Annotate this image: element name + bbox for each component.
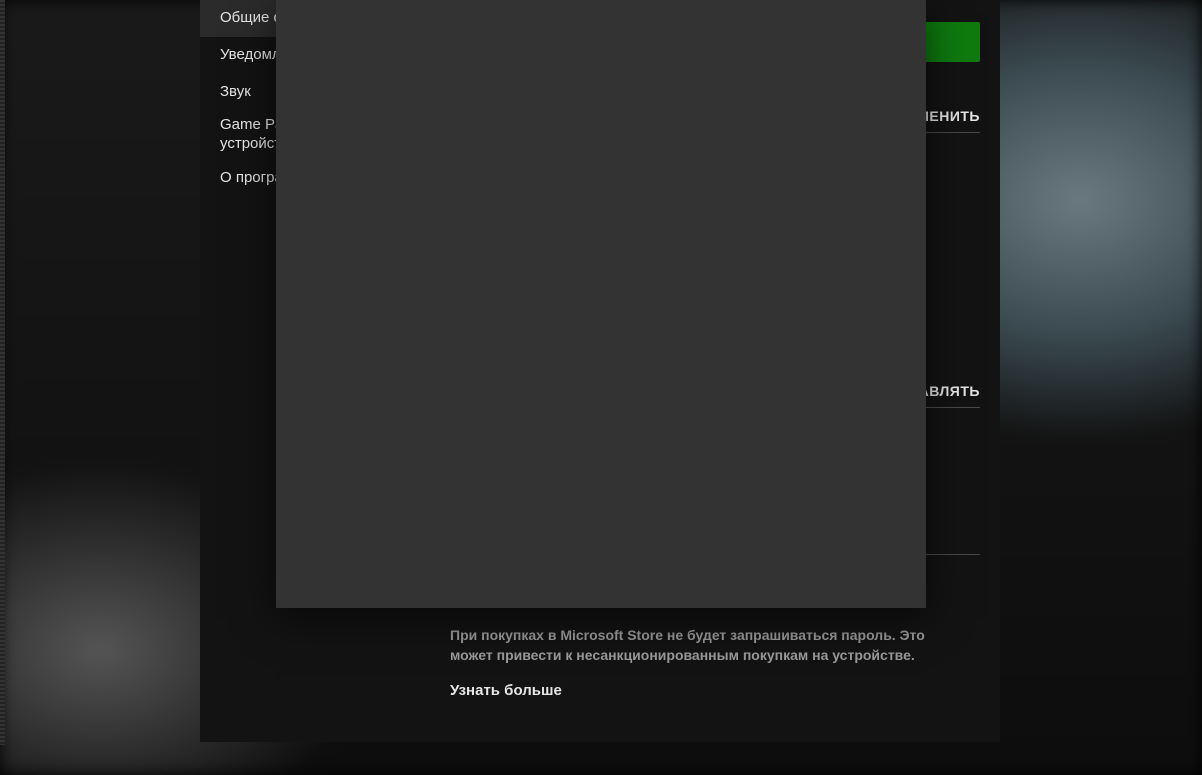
sidebar-item-label: Звук — [220, 83, 251, 100]
warning-text: При покупках в Microsoft Store не будет … — [450, 625, 950, 666]
left-edge-stripe — [0, 0, 5, 745]
modal-overlay[interactable] — [276, 0, 926, 608]
learn-more-link[interactable]: Узнать больше — [450, 682, 980, 699]
